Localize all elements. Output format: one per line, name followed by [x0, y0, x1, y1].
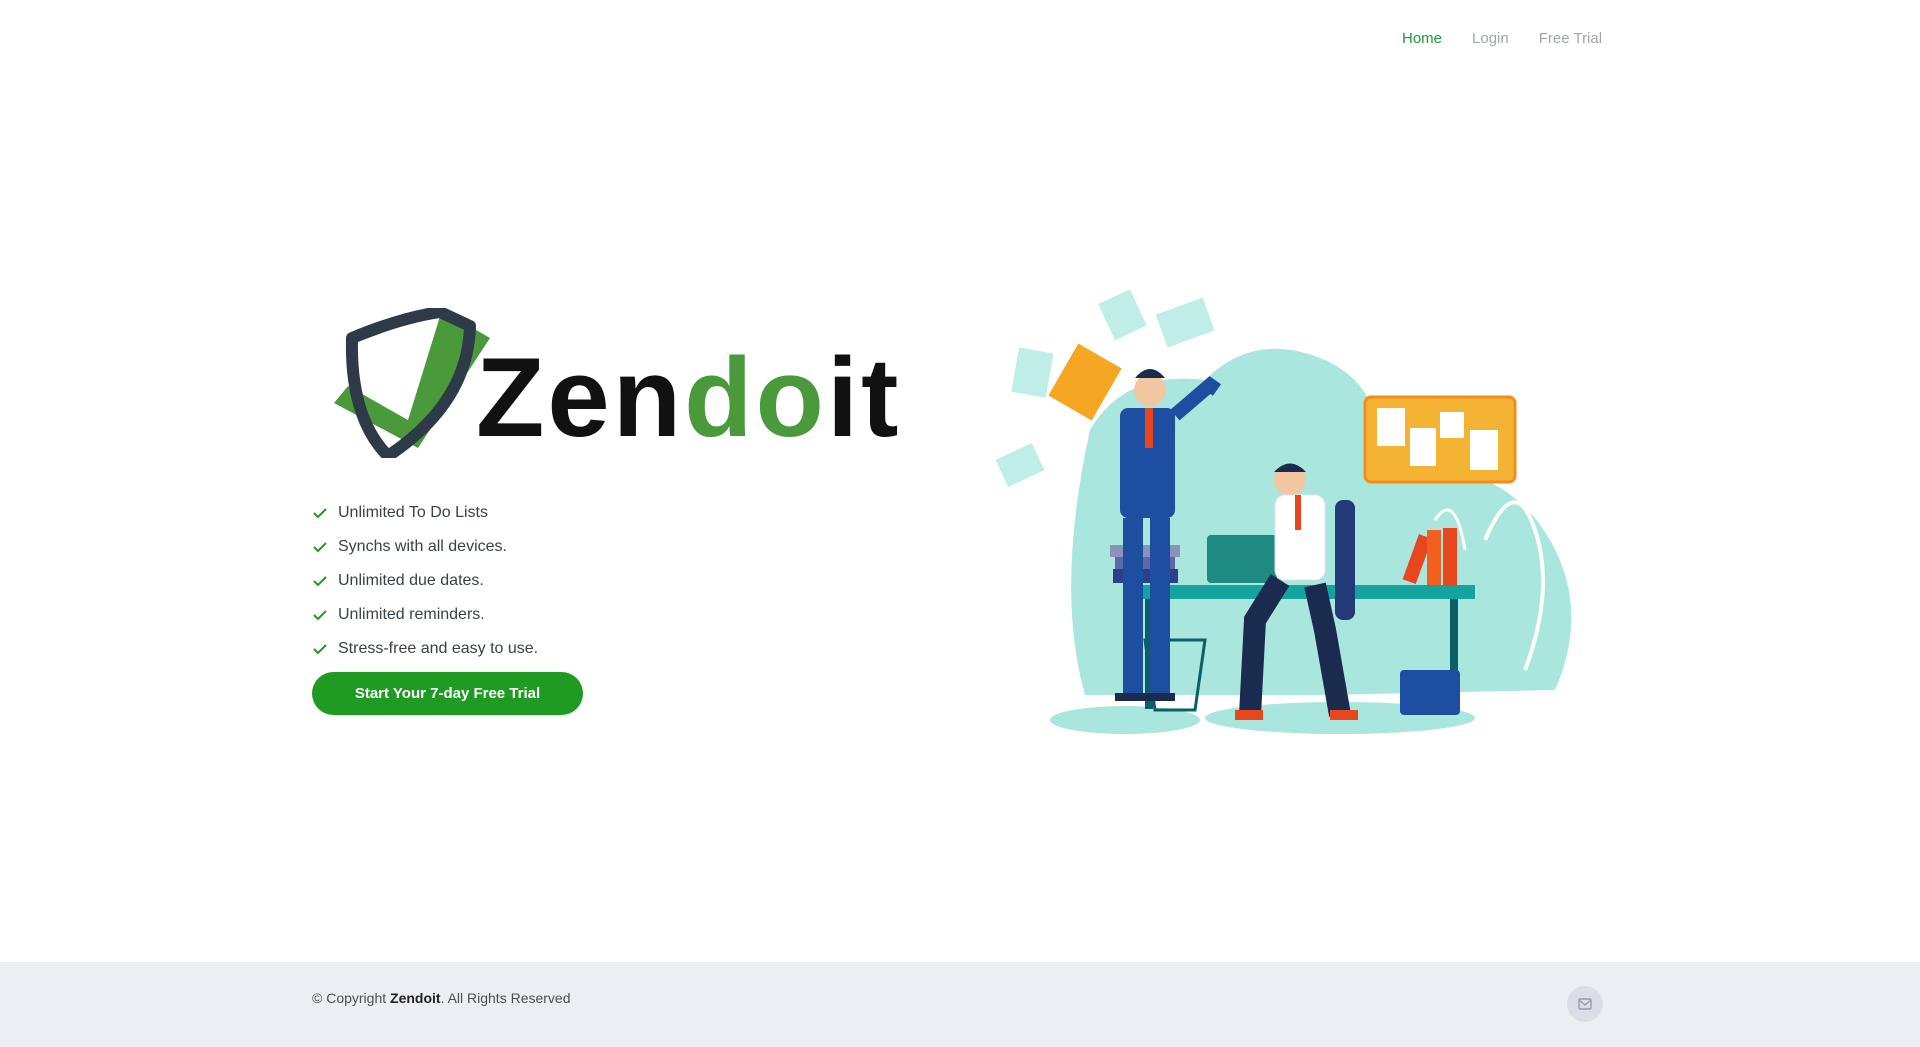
- feature-text: Unlimited due dates.: [338, 572, 484, 589]
- check-icon: [313, 542, 327, 553]
- check-icon: [313, 508, 327, 519]
- contact-mail-button[interactable]: [1567, 986, 1603, 1022]
- feature-list: Unlimited To Do Lists Synchs with all de…: [312, 496, 538, 666]
- brand-part-zen: Zen: [476, 335, 684, 458]
- feature-item: Unlimited due dates.: [312, 564, 538, 598]
- copyright-brand: Zendoit: [390, 990, 441, 1006]
- nav-free-trial[interactable]: Free Trial: [1539, 30, 1602, 47]
- feature-text: Unlimited reminders.: [338, 606, 485, 623]
- brand-part-it: it: [827, 335, 901, 458]
- svg-text:Zendoit: Zendoit: [476, 335, 901, 458]
- check-icon: [313, 644, 327, 655]
- feature-item: Unlimited To Do Lists: [312, 496, 538, 530]
- top-nav: Home Login Free Trial: [1402, 30, 1602, 47]
- mail-icon: [1578, 998, 1592, 1010]
- copyright-text: © Copyright Zendoit. All Rights Reserved: [312, 990, 571, 1006]
- site-footer: © Copyright Zendoit. All Rights Reserved: [0, 962, 1920, 1047]
- nav-login[interactable]: Login: [1472, 30, 1509, 47]
- stressed-office-illustration: [995, 290, 1572, 734]
- nav-home[interactable]: Home: [1402, 30, 1442, 47]
- check-icon: [313, 576, 327, 587]
- start-free-trial-button[interactable]: Start Your 7-day Free Trial: [312, 672, 583, 715]
- feature-item: Unlimited reminders.: [312, 598, 538, 632]
- shield-check-icon: [334, 308, 490, 458]
- check-icon: [313, 610, 327, 621]
- feature-text: Unlimited To Do Lists: [338, 504, 488, 521]
- copyright-prefix: © Copyright: [312, 990, 391, 1006]
- zendoit-logo: Zendoit: [334, 308, 901, 458]
- feature-text: Synchs with all devices.: [338, 538, 507, 555]
- copyright-suffix: . All Rights Reserved: [440, 990, 571, 1006]
- feature-text: Stress-free and easy to use.: [338, 640, 539, 657]
- feature-item: Stress-free and easy to use.: [312, 632, 538, 666]
- feature-item: Synchs with all devices.: [312, 530, 538, 564]
- brand-part-do: do: [684, 335, 827, 458]
